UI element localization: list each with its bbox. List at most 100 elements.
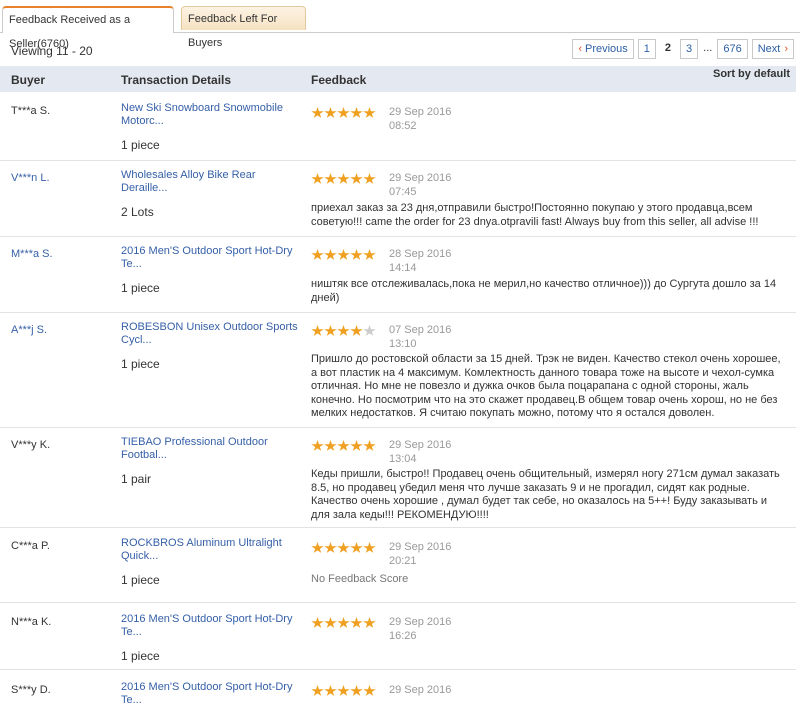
star-filled-icon — [311, 325, 324, 336]
col-feedback: Feedback — [311, 73, 367, 87]
star-filled-icon — [324, 173, 337, 184]
star-filled-icon — [311, 440, 324, 451]
item-link[interactable]: 2016 Men'S Outdoor Sport Hot-Dry Te... — [121, 681, 301, 707]
buyer-name: T***a S. — [11, 105, 51, 117]
star-rating — [311, 173, 376, 185]
page-1-link[interactable]: 1 — [637, 39, 656, 59]
item-link[interactable]: ROBESBON Unisex Outdoor Sports Cycl... — [121, 321, 301, 347]
star-filled-icon — [363, 685, 376, 696]
star-rating — [311, 440, 376, 452]
star-filled-icon — [311, 249, 324, 260]
item-link[interactable]: New Ski Snowboard Snowmobile Motorc... — [121, 102, 301, 128]
feedback-time: 08:52 — [389, 120, 417, 132]
star-filled-icon — [363, 107, 376, 118]
star-filled-icon — [350, 440, 363, 451]
feedback-time: 20:21 — [389, 555, 417, 567]
star-filled-icon — [311, 542, 324, 553]
star-filled-icon — [311, 107, 324, 118]
buyer-name: M***a S. — [11, 248, 53, 260]
previous-page-button[interactable]: ‹ Previous — [572, 39, 634, 59]
feedback-date: 29 Sep 2016 — [389, 439, 452, 451]
chevron-right-icon: › — [784, 43, 788, 55]
buyer-name: N***a K. — [11, 616, 52, 628]
tab-left-for-buyers[interactable]: Feedback Left For Buyers — [181, 6, 306, 49]
star-filled-icon — [350, 249, 363, 260]
table-row: C***a P. ROCKBROS Aluminum Ultralight Qu… — [0, 528, 796, 603]
star-rating — [311, 107, 376, 119]
star-filled-icon — [363, 173, 376, 184]
item-link[interactable]: Wholesales Alloy Bike Rear Deraille... — [121, 169, 301, 195]
star-filled-icon — [350, 173, 363, 184]
feedback-date: 07 Sep 2016 — [389, 324, 452, 336]
quantity: 1 piece — [121, 357, 160, 371]
table-row: A***j S. ROBESBON Unisex Outdoor Sports … — [0, 313, 796, 428]
star-filled-icon — [350, 107, 363, 118]
item-link[interactable]: TIEBAO Professional Outdoor Footbal... — [121, 436, 301, 462]
star-filled-icon — [324, 542, 337, 553]
tab-received-as-seller[interactable]: Feedback Received as a Seller(6760) — [2, 6, 174, 50]
star-filled-icon — [324, 325, 337, 336]
quantity: 1 piece — [121, 573, 160, 587]
table-row: S***y D. 2016 Men'S Outdoor Sport Hot-Dr… — [0, 670, 796, 710]
viewing-range: Viewing 11 - 20 — [11, 44, 93, 58]
table-header: Buyer Transaction Details Feedback Sort … — [0, 66, 796, 92]
item-link[interactable]: 2016 Men'S Outdoor Sport Hot-Dry Te... — [121, 613, 301, 639]
feedback-text: Пришло до ростовской области за 15 дней.… — [311, 353, 781, 419]
page-3-link[interactable]: 3 — [680, 39, 699, 59]
table-row: V***n L. Wholesales Alloy Bike Rear Dera… — [0, 161, 796, 237]
star-filled-icon — [311, 173, 324, 184]
feedback-date: 28 Sep 2016 — [389, 248, 452, 260]
buyer-name: V***n L. — [11, 172, 50, 184]
table-row: N***a K. 2016 Men'S Outdoor Sport Hot-Dr… — [0, 603, 796, 670]
item-link[interactable]: 2016 Men'S Outdoor Sport Hot-Dry Te... — [121, 245, 301, 271]
star-rating — [311, 617, 376, 629]
table-row: M***a S. 2016 Men'S Outdoor Sport Hot-Dr… — [0, 237, 796, 313]
next-label: Next — [757, 43, 781, 55]
feedback-text: приехал заказ за 23 дня,отправили быстро… — [311, 202, 759, 228]
star-filled-icon — [350, 617, 363, 628]
star-filled-icon — [324, 685, 337, 696]
star-filled-icon — [363, 249, 376, 260]
star-filled-icon — [324, 107, 337, 118]
quantity: 2 Lots — [121, 205, 154, 219]
col-buyer: Buyer — [11, 73, 46, 87]
star-rating — [311, 685, 376, 697]
star-filled-icon — [350, 685, 363, 696]
sort-select[interactable]: Sort by default — [713, 68, 790, 80]
page-676-link[interactable]: 676 — [717, 39, 748, 59]
pagination: ‹ Previous 1 2 3 ... 676 Next › — [572, 39, 794, 59]
feedback-text: Кеды пришли, быстро!! Продавец очень общ… — [311, 468, 780, 521]
table-row: V***y K. TIEBAO Professional Outdoor Foo… — [0, 428, 796, 528]
buyer-name: C***a P. — [11, 540, 50, 552]
feedback-text: No Feedback Score — [311, 573, 409, 585]
buyer-name: A***j S. — [11, 324, 48, 336]
star-filled-icon — [324, 249, 337, 260]
star-filled-icon — [363, 617, 376, 628]
feedback-time: 07:45 — [389, 186, 417, 198]
star-filled-icon — [337, 542, 350, 553]
feedback-date: 29 Sep 2016 — [389, 684, 452, 696]
feedback-date: 29 Sep 2016 — [389, 106, 452, 118]
star-filled-icon — [311, 617, 324, 628]
previous-label: Previous — [585, 43, 628, 55]
star-filled-icon — [363, 542, 376, 553]
star-filled-icon — [337, 440, 350, 451]
star-filled-icon — [324, 440, 337, 451]
next-page-button[interactable]: Next › — [751, 39, 794, 59]
star-filled-icon — [311, 685, 324, 696]
star-filled-icon — [324, 617, 337, 628]
feedback-date: 29 Sep 2016 — [389, 541, 452, 553]
star-filled-icon — [337, 617, 350, 628]
star-filled-icon — [350, 542, 363, 553]
feedback-time: 13:04 — [389, 453, 417, 465]
quantity: 1 piece — [121, 138, 160, 152]
page-2-current: 2 — [659, 39, 677, 57]
star-filled-icon — [337, 685, 350, 696]
star-filled-icon — [363, 440, 376, 451]
star-filled-icon — [350, 325, 363, 336]
col-transaction-details: Transaction Details — [121, 73, 232, 87]
buyer-name: V***y K. — [11, 439, 51, 451]
chevron-left-icon: ‹ — [578, 43, 582, 55]
feedback-time: 16:26 — [389, 630, 417, 642]
item-link[interactable]: ROCKBROS Aluminum Ultralight Quick... — [121, 537, 301, 563]
